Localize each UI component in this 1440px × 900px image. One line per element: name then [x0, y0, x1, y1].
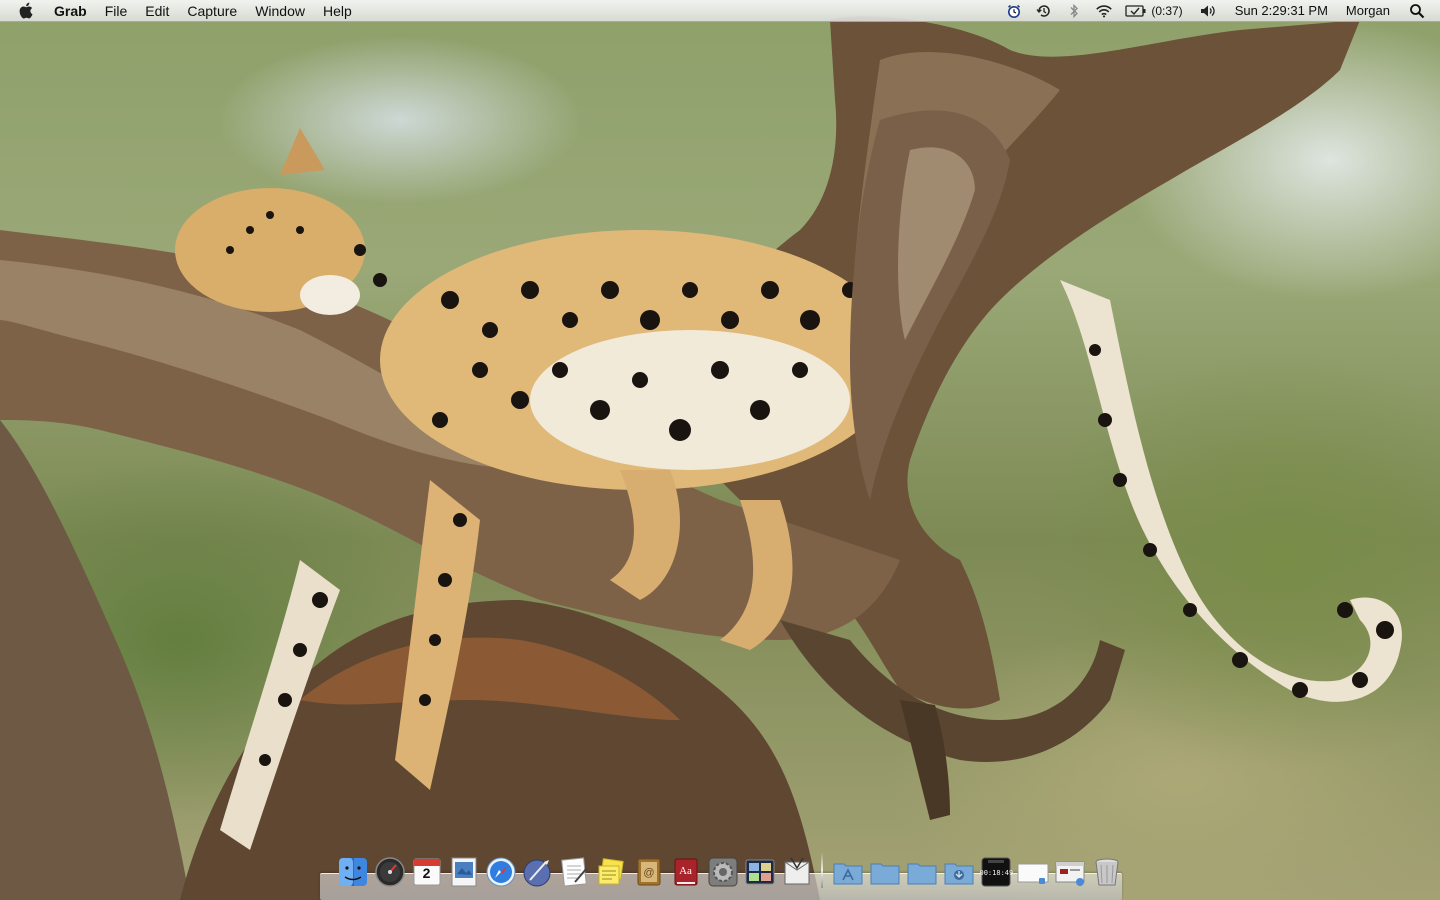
- document-icon: [1017, 863, 1048, 884]
- preview-icon: [451, 857, 476, 887]
- dock-items: 2 @ Aa 00:18:49: [334, 852, 1125, 888]
- desktop[interactable]: Grab File Edit Capture Window Help (0:37…: [0, 0, 1440, 900]
- dock-grab[interactable]: [781, 856, 813, 888]
- system-preferences-icon: [708, 857, 737, 887]
- dock-separator: [821, 852, 823, 888]
- dock-textedit[interactable]: [559, 856, 591, 888]
- dock-downloads-folder[interactable]: [906, 856, 938, 888]
- dock-document[interactable]: [1017, 856, 1049, 888]
- apple-menu-icon[interactable]: [18, 2, 34, 20]
- battery-time: (0:37): [1151, 3, 1183, 18]
- calendar-day: 2: [422, 865, 431, 881]
- spotlight-search-icon[interactable]: [1408, 2, 1426, 20]
- menu-help[interactable]: Help: [314, 0, 361, 22]
- folder-icon: [907, 863, 936, 885]
- address-book-icon: @: [637, 858, 660, 886]
- textedit-icon: [560, 857, 588, 887]
- dock-window-preview[interactable]: [1054, 856, 1086, 888]
- dock: 2 @ Aa 00:18:49: [320, 850, 1122, 900]
- stickies-icon: [598, 858, 624, 885]
- dock-system-preferences[interactable]: [707, 856, 739, 888]
- dock-address-book[interactable]: @: [633, 856, 665, 888]
- trash-icon: [1095, 858, 1118, 886]
- bluetooth-icon[interactable]: [1065, 2, 1083, 20]
- dock-shared-folder[interactable]: [943, 856, 975, 888]
- dashboard-icon: [374, 857, 405, 887]
- wifi-icon[interactable]: [1095, 2, 1113, 20]
- menu-bar-left: Grab File Edit Capture Window Help: [0, 0, 361, 22]
- finder-icon: [338, 858, 367, 886]
- dock-safari[interactable]: [485, 856, 517, 888]
- menu-app-grab[interactable]: Grab: [52, 0, 96, 22]
- menu-capture[interactable]: Capture: [178, 0, 246, 22]
- dock-ical[interactable]: 2: [411, 856, 443, 888]
- menu-file[interactable]: File: [96, 0, 137, 22]
- alarm-clock-icon[interactable]: [1005, 2, 1023, 20]
- volume-icon[interactable]: [1199, 2, 1217, 20]
- window-preview-icon: [1055, 861, 1084, 886]
- grab-icon: [784, 857, 809, 885]
- timer-readout: 00:18:49: [979, 869, 1014, 877]
- safari-icon: [486, 857, 515, 887]
- dock-expose[interactable]: [744, 856, 776, 888]
- dock-script-editor[interactable]: [522, 856, 554, 888]
- menu-clock[interactable]: Sun 2:29:31 PM: [1235, 3, 1328, 18]
- battery-status[interactable]: (0:37): [1125, 4, 1186, 18]
- battery-icon: [1125, 4, 1146, 17]
- menu-bar-status: (0:37) Sun 2:29:31 PM Morgan: [999, 0, 1440, 22]
- time-machine-icon[interactable]: [1035, 2, 1053, 20]
- dock-timer-widget[interactable]: 00:18:49: [979, 856, 1014, 888]
- dictionary-label: Aa: [679, 865, 692, 877]
- dock-finder[interactable]: [337, 856, 369, 888]
- dock-trash[interactable]: [1091, 856, 1123, 888]
- dock-preview[interactable]: [448, 856, 480, 888]
- expose-icon: [745, 859, 774, 885]
- dock-documents-folder[interactable]: [869, 856, 901, 888]
- wallpaper-image: [0, 16, 1402, 900]
- menu-window[interactable]: Window: [246, 0, 314, 22]
- user-menu[interactable]: Morgan: [1346, 3, 1390, 18]
- menu-edit[interactable]: Edit: [136, 0, 178, 22]
- dock-applications-folder[interactable]: [832, 856, 864, 888]
- shared-folder-icon: [944, 863, 973, 885]
- applications-folder-icon: [833, 863, 862, 885]
- dock-dashboard[interactable]: [374, 856, 406, 888]
- dock-dictionary[interactable]: Aa: [670, 856, 702, 888]
- menu-bar: Grab File Edit Capture Window Help (0:37…: [0, 0, 1440, 22]
- script-editor-icon: [523, 859, 550, 887]
- folder-icon: [870, 863, 899, 885]
- svg-text:@: @: [643, 867, 654, 879]
- dock-stickies[interactable]: [596, 856, 628, 888]
